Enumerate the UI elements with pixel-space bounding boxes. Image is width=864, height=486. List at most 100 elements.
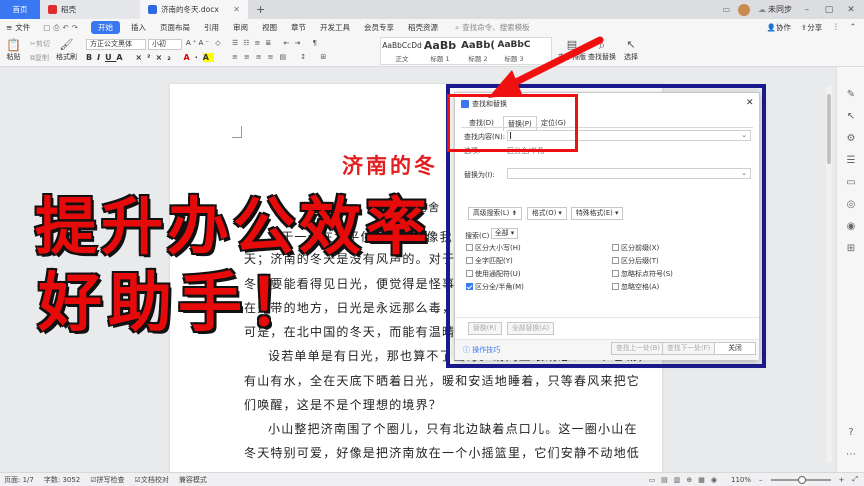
wildcards-label[interactable]: 使用通配符(U) — [475, 269, 521, 279]
copy-button[interactable]: ⧉复制 — [30, 53, 49, 63]
full-half-width-checkbox[interactable] — [466, 283, 473, 290]
collapse-ribbon-icon[interactable]: ⌃ — [850, 22, 856, 33]
cut-button[interactable]: ✂剪切 — [30, 39, 50, 49]
menu-developer[interactable]: 开发工具 — [313, 22, 357, 33]
font-size-select[interactable]: 小初 — [148, 39, 182, 50]
hamburger-icon[interactable]: ≡ — [0, 23, 15, 32]
replace-button[interactable]: 替换(R) — [468, 322, 502, 335]
menu-chapter[interactable]: 章节 — [284, 22, 313, 33]
menu-references[interactable]: 引用 — [197, 22, 226, 33]
menu-member[interactable]: 会员专享 — [357, 22, 401, 33]
help-icon[interactable]: ? — [845, 427, 857, 439]
paragraph-line: 有山有水，全在天底下晒着日光，暖和安适地睡着，只等春风来把它 — [244, 374, 641, 388]
paragraph-align-buttons[interactable]: ≡≡≡≡▤ ↕ ⊞ — [232, 53, 332, 61]
ignore-punctuation-label[interactable]: 忽略标点符号(S) — [621, 269, 673, 279]
pointer-icon[interactable]: ↖ — [845, 111, 857, 123]
advanced-search-button[interactable]: 高级搜索(L) ⇟ — [468, 207, 523, 220]
search-direction-label: 搜索(C) — [465, 232, 490, 240]
adjust-icon[interactable]: ⚙ — [845, 133, 857, 145]
match-suffix-label[interactable]: 区分后缀(T) — [621, 256, 659, 266]
menu-review[interactable]: 审阅 — [226, 22, 255, 33]
menu-start[interactable]: 开始 — [90, 21, 120, 34]
menu-page-layout[interactable]: 页面布局 — [153, 22, 197, 33]
match-suffix-checkbox[interactable] — [612, 257, 619, 264]
match-prefix-label[interactable]: 区分前缀(X) — [621, 243, 659, 253]
zoom-in-icon[interactable]: + — [839, 476, 845, 484]
scrollbar-thumb[interactable] — [827, 94, 831, 164]
tab-document[interactable]: 济南的冬天.docx ✕ — [140, 0, 248, 19]
tab-docer-label: 稻壳 — [61, 5, 76, 14]
ignore-spaces-checkbox[interactable] — [612, 283, 619, 290]
zoom-slider-knob[interactable] — [797, 475, 806, 484]
tab-home[interactable]: 首页 — [0, 0, 40, 19]
doc-proof[interactable]: ☑文档校对 — [135, 475, 169, 485]
search-direction-select[interactable]: 全部 ▾ — [491, 228, 519, 239]
zoom-out-icon[interactable]: – — [759, 476, 763, 484]
collaborate-button[interactable]: 👤协作 — [767, 22, 791, 33]
bookmark-icon[interactable]: ◎ — [845, 199, 857, 211]
find-next-button[interactable]: 查找下一处(F) — [662, 342, 716, 355]
cloud-icon: ☁ — [758, 5, 766, 14]
zoom-level[interactable]: 110% — [731, 476, 751, 484]
dialog-close-icon[interactable]: ✕ — [746, 98, 754, 108]
fit-page-icon[interactable]: ⤢ — [852, 475, 858, 484]
menu-view[interactable]: 视图 — [255, 22, 284, 33]
full-half-width-label[interactable]: 区分全/半角(M) — [475, 282, 524, 292]
style-pane-icon[interactable]: ✎ — [845, 89, 857, 101]
zoom-slider[interactable] — [770, 475, 831, 484]
menu-insert[interactable]: 插入 — [124, 22, 153, 33]
replace-all-button[interactable]: 全部替换(A) — [507, 322, 555, 335]
font-name-select[interactable]: 方正公文黑体 — [86, 39, 146, 50]
settings-sliders-icon[interactable]: ☰ — [845, 155, 857, 167]
font-grow-shrink[interactable]: A⁺A⁻ ◇ — [186, 39, 223, 47]
page-icon[interactable]: ▭ — [845, 177, 857, 189]
tips-link[interactable]: ⓘ 操作技巧 — [463, 345, 500, 355]
grid-icon[interactable]: ⊞ — [845, 243, 857, 255]
special-format-button[interactable]: 特殊格式(E) ▾ — [571, 207, 624, 220]
share-label: 分享 — [807, 23, 823, 32]
more-sidebar-icon[interactable]: ⋯ — [845, 449, 857, 461]
ignore-punctuation-checkbox[interactable] — [612, 270, 619, 277]
quick-access-icons[interactable]: ▢⎙↶↷ — [37, 23, 87, 33]
select-button[interactable]: ↖ 选择 — [624, 38, 638, 62]
match-case-checkbox[interactable] — [466, 244, 473, 251]
paste-button[interactable]: 📋 粘贴 — [6, 38, 21, 62]
close-window-button[interactable]: ✕ — [844, 5, 858, 15]
menu-file[interactable]: 文件 — [15, 22, 37, 33]
whole-word-checkbox[interactable] — [466, 257, 473, 264]
close-button[interactable]: 关闭 — [714, 342, 756, 355]
style-normal[interactable]: AaBbCcDd 正文 — [382, 38, 422, 64]
menu-docer-resources[interactable]: 稻壳资源 — [401, 22, 445, 33]
view-mode-icons[interactable]: ▭▤▥⊕▦◉ — [649, 476, 723, 484]
share-button[interactable]: ⇪分享 — [801, 22, 822, 33]
wildcards-checkbox[interactable] — [466, 270, 473, 277]
new-tab-icon[interactable]: + — [256, 3, 265, 16]
paragraph-buttons-top[interactable]: ☰☷≡≣ ⇤⇥ ¶ — [232, 39, 322, 47]
sync-status-label: 未同步 — [768, 5, 792, 14]
location-icon[interactable]: ◉ — [845, 221, 857, 233]
format-painter-button[interactable]: 🖌 格式刷 — [56, 38, 77, 62]
style-heading-1[interactable]: AaBb 标题 1 — [420, 38, 460, 64]
sync-status[interactable]: ☁ 未同步 — [758, 4, 792, 15]
page-count[interactable]: 页面: 1/7 — [4, 475, 34, 485]
minimize-button[interactable]: – — [800, 5, 814, 15]
tab-docer[interactable]: 稻壳 — [40, 0, 140, 19]
layout-icon[interactable]: ▭ — [722, 5, 730, 14]
word-count[interactable]: 字数: 3052 — [44, 475, 80, 485]
whole-word-label[interactable]: 全字匹配(Y) — [475, 256, 513, 266]
maximize-button[interactable]: ▢ — [822, 5, 836, 15]
close-tab-icon[interactable]: ✕ — [233, 5, 240, 14]
docer-icon — [48, 5, 57, 14]
ignore-spaces-label[interactable]: 忽略空格(A) — [621, 282, 659, 292]
match-prefix-checkbox[interactable] — [612, 244, 619, 251]
format-button[interactable]: 格式(O) ▾ — [527, 207, 567, 220]
font-format-buttons[interactable]: BIUA ×²×₂ A·A — [86, 53, 214, 62]
find-previous-button[interactable]: 查找上一处(B) — [611, 342, 665, 355]
command-search[interactable]: ⌕ 查找命令、搜索模板 — [455, 22, 530, 33]
more-icon[interactable]: ⋮ — [832, 22, 840, 33]
spell-check[interactable]: ☑拼写检查 — [90, 475, 124, 485]
avatar[interactable] — [738, 3, 750, 16]
match-case-label[interactable]: 区分大小写(H) — [475, 243, 521, 253]
word-doc-icon — [148, 5, 157, 14]
replace-input[interactable]: ⌄ — [507, 168, 751, 179]
